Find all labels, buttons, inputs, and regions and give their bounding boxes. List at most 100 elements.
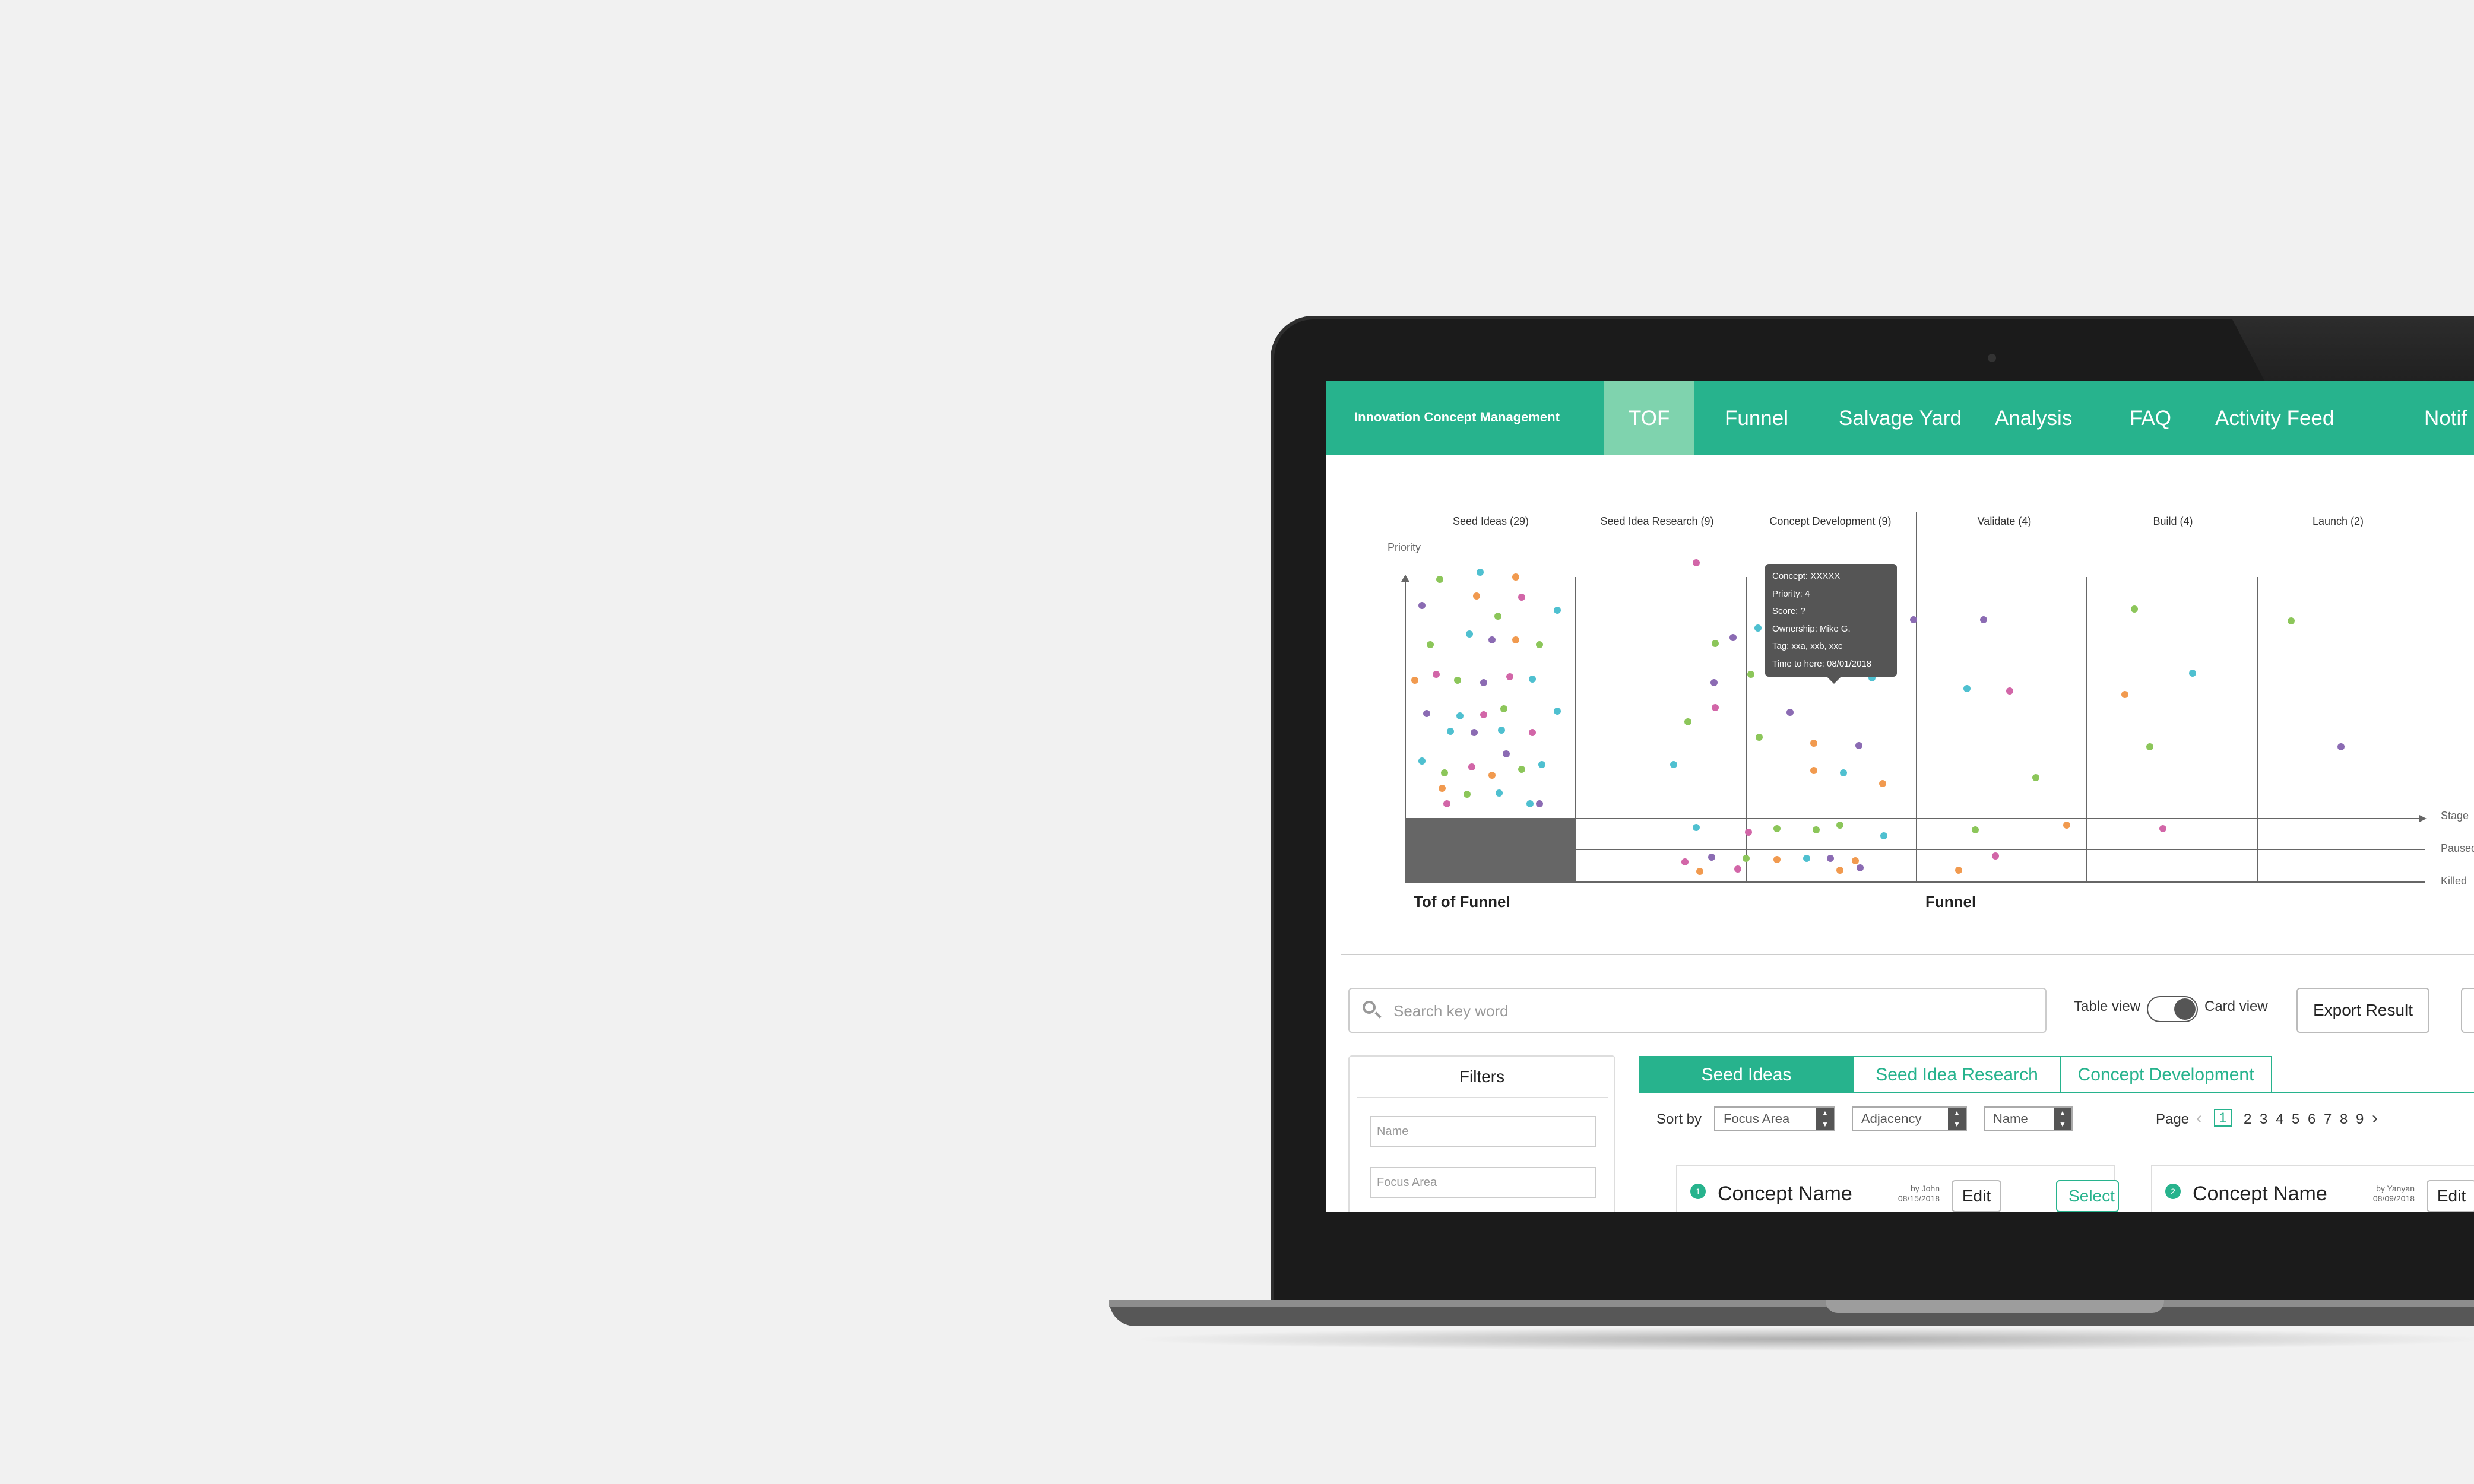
concept-dot[interactable]: [1773, 856, 1781, 863]
concept-dot[interactable]: [1855, 742, 1862, 749]
concept-dot[interactable]: [1529, 729, 1536, 736]
concept-dot[interactable]: [1840, 769, 1847, 776]
concept-dot[interactable]: [1827, 855, 1834, 862]
concept-dot[interactable]: [1441, 769, 1448, 776]
concept-dot[interactable]: [1712, 640, 1719, 647]
concept-dot[interactable]: [1786, 709, 1794, 716]
concept-dot[interactable]: [1526, 800, 1534, 807]
tab-seed-idea-research[interactable]: Seed Idea Research: [1853, 1056, 2061, 1093]
page-link[interactable]: 8: [2340, 1111, 2348, 1128]
concept-dot[interactable]: [2146, 743, 2153, 750]
concept-dot[interactable]: [1803, 855, 1810, 862]
concept-dot[interactable]: [1536, 641, 1543, 648]
nav-tab-analysis[interactable]: Analysis: [1970, 381, 2097, 455]
concept-dot[interactable]: [1498, 727, 1505, 734]
concept-dot[interactable]: [2159, 825, 2166, 832]
concept-dot[interactable]: [1506, 673, 1513, 680]
concept-dot[interactable]: [1754, 624, 1762, 632]
concept-dot[interactable]: [2189, 670, 2196, 677]
sort-name-select[interactable]: Name ▲ ▼: [1984, 1106, 2073, 1131]
concept-dot[interactable]: [1955, 867, 1962, 874]
concept-dot[interactable]: [1813, 826, 1820, 833]
concept-dot[interactable]: [1518, 594, 1525, 601]
concept-dot[interactable]: [2032, 774, 2039, 781]
concept-dot[interactable]: [1427, 641, 1434, 648]
concept-dot[interactable]: [1464, 791, 1471, 798]
concept-dot[interactable]: [2121, 691, 2128, 698]
filter-name-input[interactable]: Name: [1370, 1116, 1596, 1147]
concept-dot[interactable]: [1471, 729, 1478, 736]
concept-dot[interactable]: [2337, 743, 2345, 750]
concept-dot[interactable]: [1879, 780, 1886, 787]
tab-seed-ideas[interactable]: Seed Ideas: [1639, 1056, 1854, 1093]
concept-dot[interactable]: [1418, 757, 1426, 765]
nav-tab-salvage-yard[interactable]: Salvage Yard: [1814, 381, 1987, 455]
concept-dot[interactable]: [1477, 569, 1484, 576]
concept-dot[interactable]: [1745, 829, 1752, 836]
concept-dot[interactable]: [1443, 800, 1450, 807]
concept-dot[interactable]: [1810, 740, 1817, 747]
concept-dot[interactable]: [2288, 617, 2295, 624]
concept-dot[interactable]: [1972, 826, 1979, 833]
nav-tab-faq[interactable]: FAQ: [2105, 381, 2196, 455]
concept-dot[interactable]: [1963, 685, 1971, 692]
page-link[interactable]: 7: [2324, 1111, 2332, 1128]
page-link[interactable]: 9: [2356, 1111, 2364, 1128]
concept-dot[interactable]: [1712, 704, 1719, 711]
concept-dot[interactable]: [1500, 705, 1507, 712]
page-link[interactable]: 4: [2276, 1111, 2283, 1128]
concept-dot[interactable]: [1488, 772, 1496, 779]
concept-dot[interactable]: [1681, 858, 1689, 865]
concept-dot[interactable]: [1857, 864, 1864, 871]
export-result-button[interactable]: Export Result: [2296, 988, 2429, 1033]
concept-dot[interactable]: [1880, 832, 1887, 839]
concept-dot[interactable]: [1411, 677, 1418, 684]
page-link[interactable]: 6: [2308, 1111, 2315, 1128]
concept-dot[interactable]: [1836, 822, 1843, 829]
concept-dot[interactable]: [1554, 607, 1561, 614]
concept-dot[interactable]: [1773, 825, 1781, 832]
concept-dot[interactable]: [2131, 605, 2138, 613]
concept-dot[interactable]: [1480, 711, 1487, 718]
concept-dot[interactable]: [1810, 767, 1817, 774]
chevron-right-icon[interactable]: ›: [2372, 1108, 2378, 1128]
concept-dot[interactable]: [1418, 602, 1426, 609]
concept-dot[interactable]: [1529, 676, 1536, 683]
concept-dot[interactable]: [1439, 785, 1446, 792]
concept-dot[interactable]: [1480, 679, 1487, 686]
concept-dot[interactable]: [1456, 712, 1464, 719]
page-current[interactable]: 1: [2214, 1109, 2232, 1127]
page-link[interactable]: 2: [2244, 1111, 2251, 1128]
concept-dot[interactable]: [1729, 634, 1737, 641]
concept-dot[interactable]: [1496, 789, 1503, 797]
view-toggle[interactable]: [2147, 996, 2198, 1022]
concept-dot[interactable]: [1734, 865, 1741, 873]
concept-dot[interactable]: [1473, 592, 1480, 600]
card-select-button[interactable]: Select: [2056, 1180, 2119, 1212]
concept-dot[interactable]: [1512, 636, 1519, 643]
concept-dot[interactable]: [1696, 868, 1703, 875]
card-edit-button[interactable]: Edit: [2427, 1180, 2474, 1212]
concept-dot[interactable]: [1494, 613, 1501, 620]
concept-dot[interactable]: [1536, 800, 1543, 807]
concept-dot[interactable]: [1436, 576, 1443, 583]
concept-dot[interactable]: [1503, 750, 1510, 757]
concept-dot[interactable]: [1488, 636, 1496, 643]
concept-dot[interactable]: [1910, 616, 1917, 623]
nav-tab-notifications[interactable]: Notif: [2399, 381, 2474, 455]
page-link[interactable]: 5: [2292, 1111, 2299, 1128]
concept-dot[interactable]: [1693, 559, 1700, 566]
concept-card[interactable]: 1 Concept Name by John 08/15/2018 Edit S…: [1676, 1165, 2119, 1212]
toolbar-extra-button[interactable]: [2461, 988, 2474, 1033]
concept-dot[interactable]: [1423, 710, 1430, 717]
chevron-left-icon[interactable]: ‹: [2196, 1108, 2202, 1128]
concept-dot[interactable]: [1554, 708, 1561, 715]
page-link[interactable]: 3: [2260, 1111, 2267, 1128]
concept-dot[interactable]: [1454, 677, 1461, 684]
concept-card[interactable]: 2 Concept Name by Yanyan 08/09/2018 Edit: [2151, 1165, 2474, 1212]
concept-dot[interactable]: [1512, 573, 1519, 581]
concept-dot[interactable]: [1710, 679, 1718, 686]
tab-concept-development[interactable]: Concept Development: [2060, 1056, 2272, 1093]
nav-tab-tof[interactable]: TOF: [1604, 381, 1695, 455]
concept-dot[interactable]: [1708, 854, 1715, 861]
